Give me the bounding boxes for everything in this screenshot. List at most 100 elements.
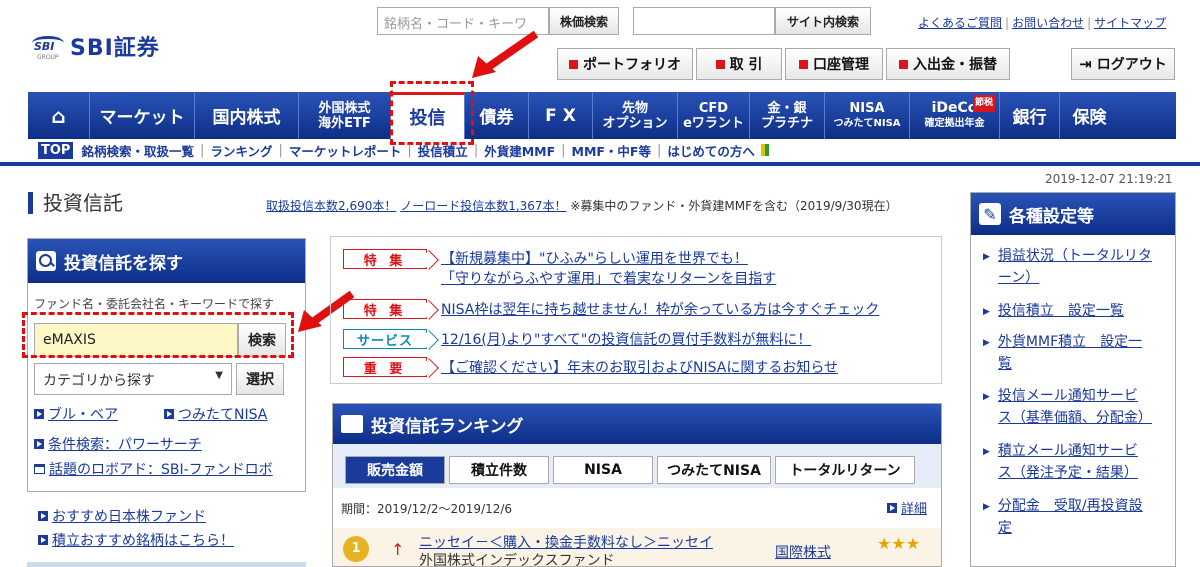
nav-fx[interactable]: F X (529, 92, 593, 139)
red-square-icon (569, 59, 578, 69)
search-icon (36, 251, 56, 271)
news-link[interactable]: 【ご確認ください】年末のお取引およびNISAに関するお知らせ (441, 357, 838, 377)
settings-item-mail[interactable]: ▶ 投信メール通知サービ ス（基準価額、分配金） (983, 385, 1169, 429)
settings-item-dividend[interactable]: ▶ 分配金 受取/再投資設定 (983, 495, 1169, 539)
news-link[interactable]: NISA枠は翌年に持ち越せません！枠が余っている方は今すぐチェック (441, 299, 879, 319)
nav-bank[interactable]: 銀行 (1000, 92, 1060, 139)
nav-gold[interactable]: 金・銀 プラチナ (750, 92, 825, 139)
settings-panel: ✎ 各種設定等 ▶ 損益状況（トータルリタ ーン） ▶ 投信積立 設定一覧 ▶ 外貨MMF… (970, 192, 1176, 567)
arrow-bullet-icon (886, 502, 897, 513)
nav-cfd[interactable]: CFD eワラント (678, 92, 750, 139)
nav-foreign-stock[interactable]: 外国株式 海外ETF (299, 92, 391, 139)
ranking-row: 1 ↑ ニッセイ－＜購入・換金手数料なし＞ニッセイ 外国株式インデックスファンド … (333, 528, 941, 566)
news-tag: サービス (343, 329, 427, 349)
news-tag: 特 集 (343, 249, 427, 269)
input-highlight-annotation (22, 312, 294, 358)
nav-highlight-annotation (390, 81, 474, 145)
category-select-button[interactable]: 選択 (236, 363, 284, 395)
fund-category[interactable]: 国際株式 (775, 542, 831, 562)
home-icon[interactable]: ⌂ (28, 92, 90, 139)
noload-count-link[interactable]: ノーロード投信本数1,367本！ (400, 199, 566, 213)
account-button[interactable]: 口座管理 (785, 48, 883, 80)
arrow-bullet-icon: ▶ (983, 338, 990, 348)
faq-link[interactable]: よくあるご質問 (918, 16, 1002, 30)
tab-tsumitate[interactable]: 積立件数 (449, 456, 549, 484)
tab-nisa[interactable]: NISA (553, 456, 653, 484)
arrow-bullet-icon: ▶ (983, 252, 990, 262)
red-square-icon (799, 59, 808, 69)
arrow-bullet-icon: ▶ (983, 447, 990, 457)
nav-bond[interactable]: 債券 (465, 92, 529, 139)
sitemap-link[interactable]: サイトマップ (1094, 16, 1166, 30)
search-hint: ファンド名・委託会社名・キーワードで探す (34, 297, 275, 311)
subnav-mmf-chuuki[interactable]: MMF・中F等 (572, 141, 651, 160)
arrow-bullet-icon: ▶ (983, 502, 990, 512)
nav-market[interactable]: マーケット (90, 92, 195, 139)
news-tag: 特 集 (343, 299, 427, 319)
tab-total-return[interactable]: トータルリターン (775, 456, 915, 484)
contact-link[interactable]: お問い合わせ (1012, 16, 1084, 30)
news-link[interactable]: 「守りながらふやす運用」で着実なリターンを目指す (441, 271, 776, 287)
site-search-input[interactable] (633, 7, 775, 35)
arrow-bullet-icon (34, 439, 44, 449)
fund-count-info: 取扱投信本数2,690本！ ノーロード投信本数1,367本！ ※募集中のファンド… (266, 199, 898, 213)
nav-insurance[interactable]: 保険 (1060, 92, 1119, 139)
portfolio-button[interactable]: ポートフォリオ (557, 48, 693, 80)
rating-stars: ★★★ (877, 534, 921, 553)
subnav-top[interactable]: TOP (38, 141, 74, 159)
news-item: 特 集【新規募集中】"ひふみ"らしい運用を世界でも！ 「守りながらふやす運用」で着… (343, 249, 776, 289)
deposit-button[interactable]: 入出金・振替 (886, 48, 1010, 80)
subnav-report[interactable]: マーケットレポート (289, 141, 402, 160)
settings-item-mmf[interactable]: ▶ 外貨MMF積立 設定一覧 (983, 331, 1169, 375)
recommended-jp-fund-link[interactable]: おすすめ日本株ファンド (38, 506, 206, 526)
sbi-logo[interactable]: SBI GROUP SBI証券 (32, 30, 160, 62)
ranking-panel: 投資信託ランキング 販売金額 積立件数 NISA つみたてNISA トータルリタ… (332, 403, 942, 567)
fund-name-link[interactable]: ニッセイ－＜購入・換金手数料なし＞ニッセイ (419, 535, 713, 551)
red-square-icon (715, 59, 725, 69)
nav-ideco[interactable]: 節税 iDeCo 確定拠出年金 (910, 92, 1000, 139)
subnav-beginners[interactable]: はじめての方へ (667, 141, 755, 160)
beginner-mark-icon (760, 144, 769, 156)
logout-button[interactable]: ⇥ ログアウト (1071, 48, 1175, 80)
nav-domestic-stock[interactable]: 国内株式 (195, 92, 299, 139)
subnav-ranking[interactable]: ランキング (210, 141, 272, 160)
subnav-tsumitate[interactable]: 投信積立 (418, 141, 468, 160)
tab-sales[interactable]: 販売金額 (345, 456, 445, 484)
wrench-icon: ✎ (979, 203, 1001, 225)
tsumitate-recommend-link[interactable]: 積立おすすめ銘柄はこちら！ (38, 530, 234, 550)
tab-tsumitate-nisa[interactable]: つみたてNISA (657, 456, 771, 484)
fund-count-link[interactable]: 取扱投信本数2,690本！ (266, 199, 396, 213)
settings-item-pl[interactable]: ▶ 損益状況（トータルリタ ーン） (983, 245, 1169, 289)
ranking-period: 期間：2019/12/2〜2019/12/6 (341, 502, 513, 516)
logout-icon: ⇥ (1079, 55, 1092, 73)
tsumitate-nisa-link[interactable]: つみたてNISA (164, 404, 267, 424)
news-link[interactable]: 12/16(月)より"すべて"の投資信託の買付手数料が無料に！ (441, 329, 811, 349)
fund-robo-link[interactable]: 話題のロボアド：SBI-ファンドロボ (34, 459, 273, 479)
nav-futures[interactable]: 先物 オプション (593, 92, 678, 139)
red-square-icon (899, 59, 908, 69)
news-link[interactable]: 【新規募集中】"ひふみ"らしい運用を世界でも！ (441, 251, 748, 267)
tax-badge: 節税 (972, 95, 995, 112)
power-search-link[interactable]: 条件検索：パワーサーチ (34, 434, 202, 454)
site-search-button[interactable]: サイト内検索 (775, 7, 871, 35)
subnav-search[interactable]: 銘柄検索・取扱一覧 (81, 141, 194, 160)
main-nav: ⌂ マーケット 国内株式 外国株式 海外ETF 投信 債券 F X 先物 オプション… (28, 92, 1176, 139)
nav-nisa[interactable]: NISA つみたてNISA (825, 92, 910, 139)
dropdown-arrow-icon: ▼ (215, 370, 223, 381)
rank-medal-icon: 1 (343, 536, 369, 562)
nav-divider (0, 162, 1200, 166)
bull-bear-link[interactable]: ブル・ベア (34, 404, 118, 424)
trade-button[interactable]: 取 引 (696, 48, 782, 80)
banner-edge (27, 562, 306, 567)
sbi-logo-text: SBI証券 (70, 36, 160, 61)
category-select[interactable]: カテゴリから探す ▼ (34, 363, 232, 395)
settings-item-tsumitate[interactable]: ▶ 投信積立 設定一覧 (983, 300, 1169, 323)
sbi-logo-mark: SBI GROUP (32, 30, 64, 62)
subnav-mmf[interactable]: 外貨建MMF (484, 141, 555, 160)
stock-search-button[interactable]: 株価検索 (549, 7, 619, 35)
arrow-bullet-icon: ▶ (983, 307, 990, 317)
arrow-bullet-icon (34, 409, 44, 419)
settings-item-tsumitate-mail[interactable]: ▶ 積立メール通知サービ ス（発注予定・結果） (983, 440, 1169, 484)
fund-search-title: 投資信託を探す (28, 239, 305, 283)
ranking-detail-link[interactable]: 詳細 (886, 498, 927, 517)
